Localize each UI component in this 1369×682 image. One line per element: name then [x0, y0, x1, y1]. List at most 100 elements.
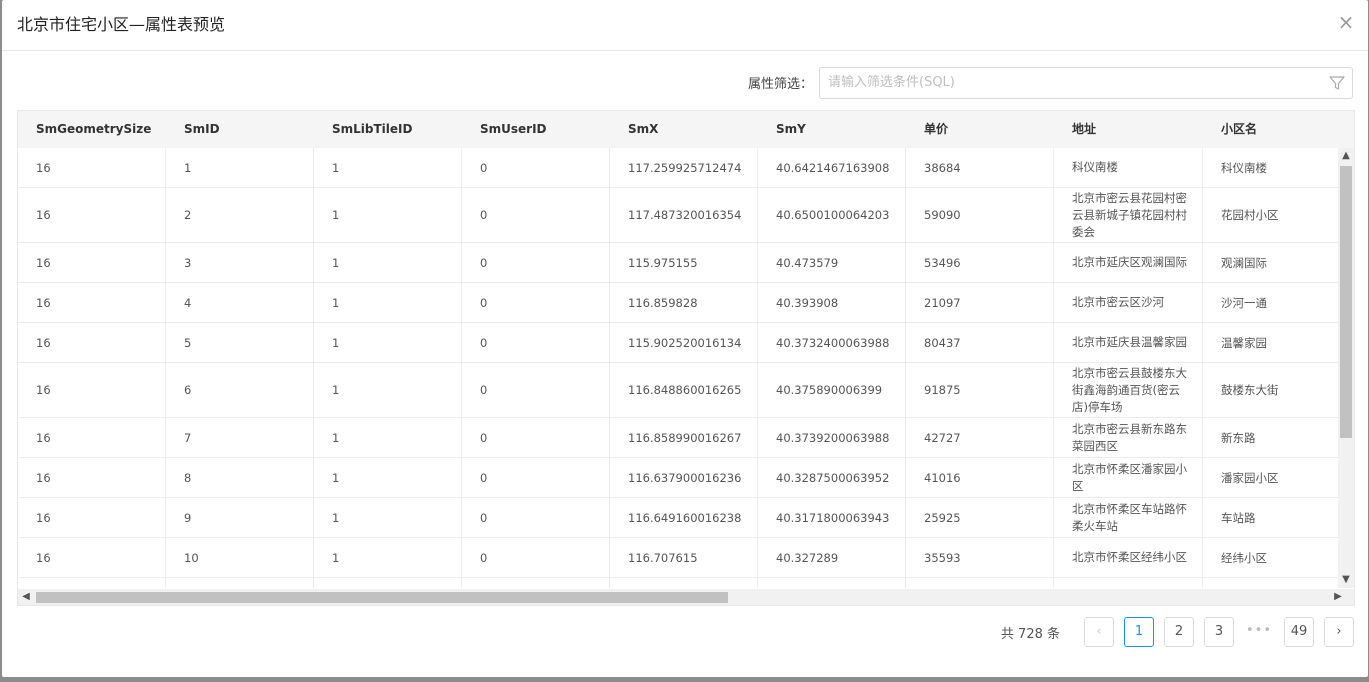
table-cell: 0 [462, 148, 610, 187]
table-cell: 117.487320016354 [610, 188, 758, 242]
horizontal-scrollbar[interactable]: ◀ ▶ [18, 589, 1354, 605]
table-cell: 0 [462, 188, 610, 242]
table-cell: 80437 [906, 323, 1054, 362]
table-cell: 1 [314, 418, 462, 457]
column-header[interactable]: SmLibTileID [314, 111, 462, 148]
table-cell: 53496 [906, 243, 1054, 282]
table-cell: 7 [166, 418, 314, 457]
table-row[interactable]: 16 2 1 0 117.487320016354 40.6500100064203 590… [18, 188, 1338, 243]
column-header[interactable]: SmUserID [462, 111, 610, 148]
table-cell: 1 [314, 283, 462, 322]
table-row[interactable]: 16 3 1 0 115.975155 40.473579 53496 北京市延庆区观澜国际 观… [18, 243, 1338, 283]
table-cell: 16 [18, 148, 166, 187]
table-cell: 温馨家园 [1221, 335, 1267, 350]
table-row[interactable]: 16 4 1 0 116.859828 40.393908 21097 北京市密云区沙河 沙河一… [18, 283, 1338, 323]
total-count: 共 728 条 [1000, 626, 1060, 642]
page-button-last[interactable]: 49 [1284, 617, 1314, 647]
modal-title: 北京市住宅小区—属性表预览 [17, 15, 226, 34]
table-cell: 6 [166, 363, 314, 417]
table-cell: 经纬小区 [1221, 550, 1267, 565]
table-cell: 0 [462, 458, 610, 497]
table-cell: 1 [314, 188, 462, 242]
scroll-right-icon[interactable]: ▶ [1330, 589, 1346, 605]
table-row[interactable]: 16 7 1 0 116.858990016267 40.3739200063988 427… [18, 418, 1338, 458]
close-icon[interactable]: × [1336, 12, 1356, 32]
column-header[interactable]: 小区名 [1203, 111, 1338, 148]
table-cell: 1 [314, 323, 462, 362]
table-cell: 21097 [906, 283, 1054, 322]
table-cell [610, 578, 758, 588]
table-cell: 北京市怀柔区车站路怀柔火车站 [1054, 498, 1203, 537]
table-row[interactable]: 16 5 1 0 115.902520016134 40.3732400063988 804… [18, 323, 1338, 363]
table-row[interactable]: 16 6 1 0 116.848860016265 40.375890006399 9187… [18, 363, 1338, 418]
table-row[interactable]: 16 8 1 0 116.637900016236 40.3287500063952 410… [18, 458, 1338, 498]
page-button-2[interactable]: 2 [1164, 617, 1194, 647]
column-header[interactable]: 地址 [1054, 111, 1203, 148]
attribute-table-modal: 北京市住宅小区—属性表预览 × 属性筛选： SmGeometrySizeSmID… [2, 0, 1368, 677]
table-cell: 10 [166, 538, 314, 577]
prev-page-button[interactable]: ‹ [1084, 617, 1114, 647]
table-row[interactable]: 16 10 1 0 116.707615 40.327289 35593 北京市怀柔区经纬小区… [18, 538, 1338, 578]
table-cell: 1 [314, 148, 462, 187]
table-cell: 1 [166, 148, 314, 187]
table-cell: 1 [314, 538, 462, 577]
table-cell [906, 578, 1054, 588]
table-cell: 116.649160016238 [610, 498, 758, 537]
vertical-scroll-thumb[interactable] [1340, 166, 1352, 438]
table-cell: 117.259925712474 [610, 148, 758, 187]
table-cell: 16 [18, 498, 166, 537]
table-cell: 116.637900016236 [610, 458, 758, 497]
scroll-down-icon[interactable]: ▼ [1338, 572, 1354, 588]
table-cell: 9 [166, 498, 314, 537]
attribute-table: SmGeometrySize SmID SmLibTileID SmUserID SmX… [17, 110, 1355, 606]
table-cell: 观澜国际 [1221, 255, 1267, 270]
filter-field[interactable] [819, 67, 1353, 99]
table-cell: 北京市密云县新东路东菜园西区 [1054, 418, 1203, 457]
table-cell [18, 578, 166, 588]
table-row[interactable] [18, 578, 1338, 588]
table-cell: 16 [18, 323, 166, 362]
table-cell: 40.375890006399 [758, 363, 906, 417]
vertical-scrollbar[interactable]: ▲ ▼ [1338, 148, 1354, 588]
page-button-3[interactable]: 3 [1204, 617, 1234, 647]
column-header[interactable]: 单价 [906, 111, 1054, 148]
table-cell: 40.393908 [758, 283, 906, 322]
scroll-left-icon[interactable]: ◀ [18, 589, 34, 605]
filter-row: 属性筛选： [2, 67, 1368, 99]
table-cell: 0 [462, 538, 610, 577]
table-cell: 116.707615 [610, 538, 758, 577]
filter-funnel-icon[interactable] [1328, 74, 1346, 92]
table-row[interactable]: 16 9 1 0 116.649160016238 40.3171800063943 259… [18, 498, 1338, 538]
table-cell [1203, 578, 1338, 588]
column-header[interactable]: SmGeometrySize [18, 111, 166, 148]
table-cell: 16 [18, 363, 166, 417]
page-button-1[interactable]: 1 [1124, 617, 1154, 647]
column-header[interactable]: SmY [758, 111, 906, 148]
table-row[interactable]: 16 1 1 0 117.259925712474 40.6421467163908 386… [18, 148, 1338, 188]
table-cell: 1 [314, 243, 462, 282]
table-cell: 40.3732400063988 [758, 323, 906, 362]
table-cell: 花园村小区 [1221, 208, 1279, 222]
table-cell: 16 [18, 458, 166, 497]
table-cell: 59090 [906, 188, 1054, 242]
table-cell: 40.327289 [758, 538, 906, 577]
table-cell: 北京市密云县花园村密云县新城子镇花园村村委会 [1054, 188, 1203, 242]
table-cell: 4 [166, 283, 314, 322]
filter-input[interactable] [820, 68, 1316, 96]
table-cell: 8 [166, 458, 314, 497]
table-cell: 116.848860016265 [610, 363, 758, 417]
page-ellipsis[interactable]: ••• [1244, 617, 1274, 647]
table-cell: 0 [462, 323, 610, 362]
column-header[interactable]: SmX [610, 111, 758, 148]
column-header[interactable]: SmID [166, 111, 314, 148]
next-page-button[interactable]: › [1324, 617, 1354, 647]
horizontal-scroll-thumb[interactable] [36, 592, 728, 603]
table-cell [314, 578, 462, 588]
table-cell: 0 [462, 498, 610, 537]
table-cell: 北京市密云区沙河 [1054, 283, 1203, 322]
table-cell: 北京市怀柔区潘家园小区 [1054, 458, 1203, 497]
table-cell: 北京市延庆县温馨家园 [1054, 323, 1203, 362]
table-cell: 115.902520016134 [610, 323, 758, 362]
scroll-up-icon[interactable]: ▲ [1338, 148, 1354, 164]
table-cell: 116.858990016267 [610, 418, 758, 457]
